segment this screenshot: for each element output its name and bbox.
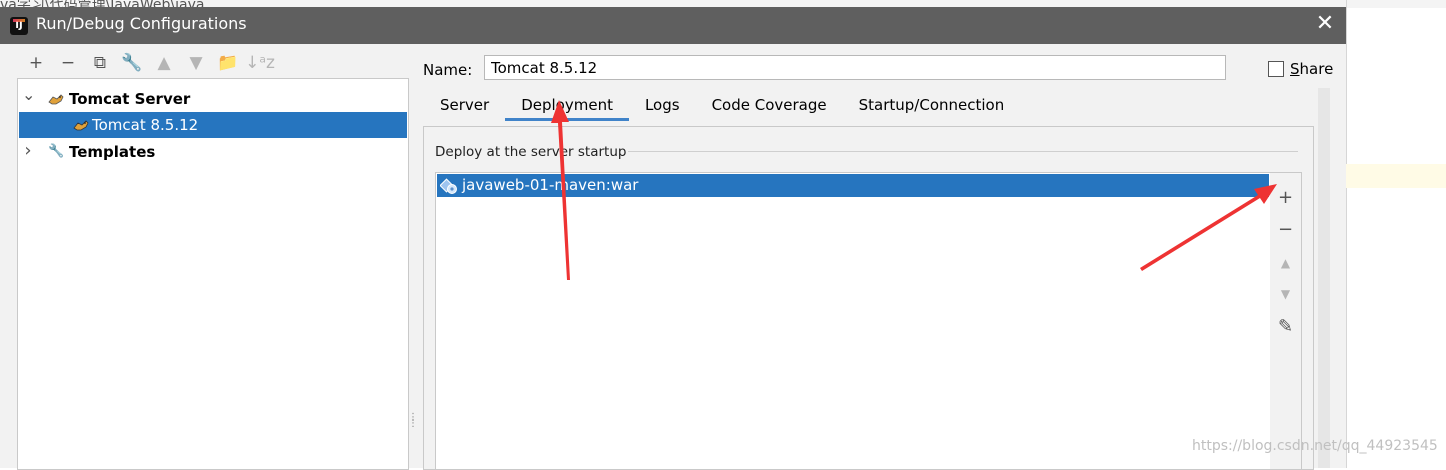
add-icon[interactable]: + bbox=[1270, 185, 1301, 211]
remove-icon[interactable]: − bbox=[1270, 217, 1301, 243]
plus-icon[interactable]: + bbox=[20, 52, 52, 74]
collapse-arrow-icon[interactable]: › bbox=[22, 139, 34, 165]
dialog-titlebar: IJ Run/Debug Configurations ✕ bbox=[0, 7, 1346, 44]
tree-item-label: Tomcat Server bbox=[69, 90, 191, 108]
edit-icon[interactable]: ✎ bbox=[1270, 314, 1301, 340]
tab-code-coverage[interactable]: Code Coverage bbox=[696, 93, 843, 127]
tree-item-templates[interactable]: › 🔧 Templates bbox=[19, 139, 407, 165]
move-up-icon[interactable]: ▲ bbox=[148, 52, 180, 74]
move-down-icon[interactable]: ▼ bbox=[1270, 281, 1301, 307]
app-icon-text: IJ bbox=[15, 20, 23, 31]
close-icon[interactable]: ✕ bbox=[1312, 11, 1338, 37]
group-separator bbox=[628, 151, 1298, 152]
expand-arrow-icon[interactable]: ⌄ bbox=[22, 86, 35, 112]
minus-icon[interactable]: − bbox=[52, 52, 84, 74]
deployment-artifact-list[interactable]: javaweb-01-maven:war bbox=[435, 172, 1271, 470]
configurations-toolbar: + − ⧉ 🔧 ▲ ▼ 📁 ↓ᵃz bbox=[20, 52, 276, 74]
watermark-text: https://blog.csdn.net/qq_44923545 bbox=[1192, 438, 1438, 454]
tree-item-tomcat-server[interactable]: ⌄ Tomcat Server bbox=[19, 86, 407, 112]
artifact-icon bbox=[440, 178, 457, 194]
background-editor-highlight bbox=[1346, 164, 1446, 188]
sort-alpha-icon[interactable]: ↓ᵃz bbox=[244, 52, 276, 74]
share-checkbox[interactable] bbox=[1268, 61, 1284, 77]
background-editor-divider bbox=[1346, 0, 1347, 468]
wrench-icon[interactable]: 🔧 bbox=[116, 52, 148, 74]
folder-add-icon[interactable]: 📁 bbox=[212, 52, 244, 74]
tree-item-tomcat-8-5-12[interactable]: Tomcat 8.5.12 bbox=[19, 112, 407, 138]
tomcat-icon bbox=[48, 94, 64, 105]
wrench-icon: 🔧 bbox=[48, 144, 65, 159]
tab-server[interactable]: Server bbox=[424, 93, 505, 127]
tab-deployment[interactable]: Deployment bbox=[505, 93, 629, 127]
deploy-group-title: Deploy at the server startup bbox=[435, 144, 627, 160]
tree-item-label: Tomcat 8.5.12 bbox=[92, 116, 199, 134]
config-tabs: Server Deployment Logs Code Coverage Startup… bbox=[424, 93, 1020, 127]
configurations-tree[interactable]: ⌄ Tomcat Server Tomcat 8.5.12 › 🔧 Templates bbox=[17, 78, 409, 470]
tab-logs[interactable]: Logs bbox=[629, 93, 696, 127]
vertical-scrollbar[interactable] bbox=[1318, 88, 1330, 468]
name-label: Name: bbox=[423, 61, 473, 79]
deployment-side-toolbar: + − ▲ ▼ ✎ bbox=[1270, 172, 1302, 470]
share-label-mnemonic: S bbox=[1290, 60, 1300, 78]
splitter-handle[interactable]: ⋮ ⋮ bbox=[408, 413, 418, 435]
configuration-name-input[interactable] bbox=[484, 55, 1226, 80]
move-up-icon[interactable]: ▲ bbox=[1270, 250, 1301, 276]
intellij-app-icon: IJ bbox=[10, 17, 28, 35]
tomcat-icon bbox=[73, 120, 89, 131]
copy-icon[interactable]: ⧉ bbox=[84, 52, 116, 74]
move-down-icon[interactable]: ▼ bbox=[180, 52, 212, 74]
share-label[interactable]: Share bbox=[1290, 60, 1333, 78]
artifact-label: javaweb-01-maven:war bbox=[462, 176, 639, 194]
dialog-title: Run/Debug Configurations bbox=[36, 14, 247, 33]
tree-item-label: Templates bbox=[69, 143, 156, 161]
tab-startup-connection[interactable]: Startup/Connection bbox=[843, 93, 1021, 127]
artifact-row[interactable]: javaweb-01-maven:war bbox=[437, 174, 1269, 197]
share-label-rest: hare bbox=[1299, 60, 1334, 78]
